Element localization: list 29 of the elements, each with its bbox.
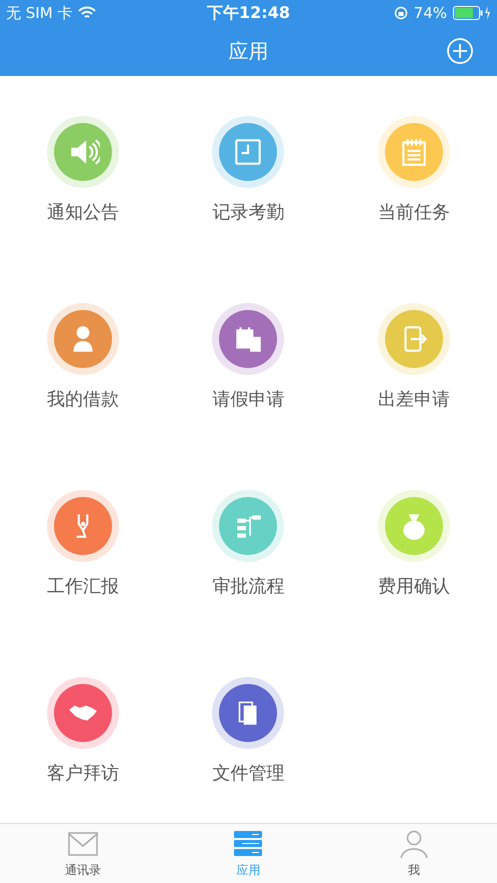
- app-label[interactable]: 客户拜访: [46, 761, 119, 785]
- app-icon[interactable]: [219, 310, 278, 368]
- app-label[interactable]: 审批流程: [212, 574, 284, 598]
- app-icon[interactable]: [219, 123, 278, 181]
- app-icon[interactable]: [54, 684, 112, 742]
- battery-icon: [453, 6, 491, 20]
- person-icon: [398, 829, 430, 859]
- app-label[interactable]: 工作汇报: [46, 574, 119, 598]
- app-label[interactable]: 我的借款: [46, 387, 119, 411]
- app-label[interactable]: 出差申请: [378, 387, 450, 411]
- battery-percent: 74%: [414, 4, 447, 22]
- app-icon[interactable]: [54, 310, 112, 368]
- app-label[interactable]: 文件管理: [212, 761, 284, 785]
- add-icon[interactable]: [447, 38, 473, 64]
- app-icon[interactable]: [219, 684, 278, 742]
- carrier-text: 无 SIM 卡: [6, 4, 72, 22]
- app-label[interactable]: 请假申请: [212, 387, 284, 411]
- app-label[interactable]: 当前任务: [378, 200, 450, 224]
- app-icon[interactable]: [54, 497, 112, 555]
- app-label[interactable]: 通知公告: [46, 200, 119, 224]
- page-title: 应用: [228, 38, 268, 64]
- tab-item[interactable]: 我: [331, 824, 497, 883]
- list-icon: [232, 829, 264, 859]
- rotation-lock-icon: [394, 6, 408, 20]
- tab-item[interactable]: 通讯录: [0, 824, 166, 883]
- app-label[interactable]: 费用确认: [378, 574, 450, 598]
- clock-time: 下午12:48: [207, 2, 290, 24]
- app-label[interactable]: 记录考勤: [212, 200, 284, 224]
- wifi-icon: [78, 6, 96, 20]
